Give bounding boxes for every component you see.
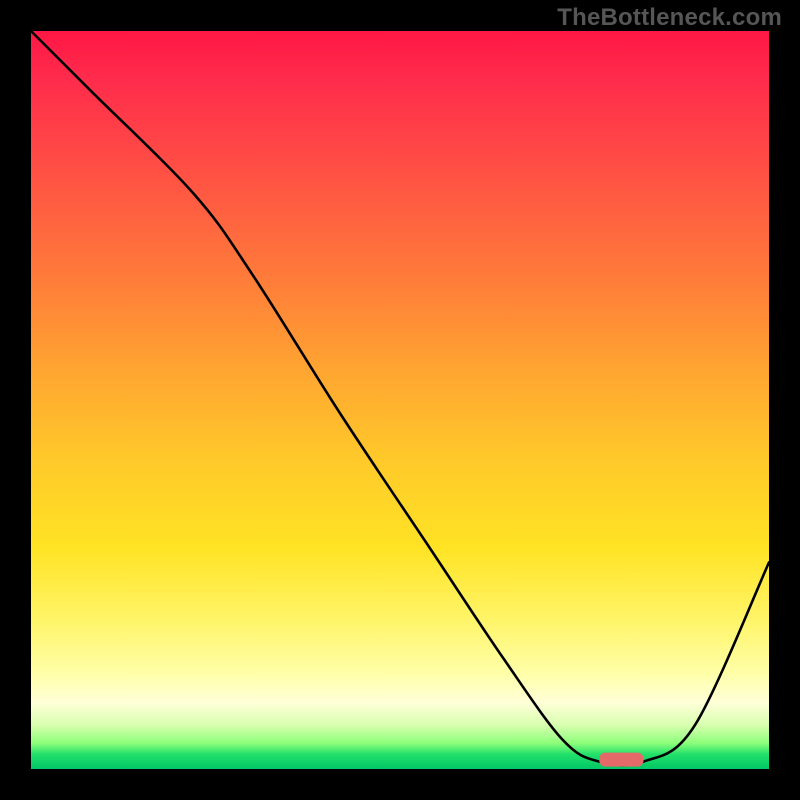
- bottleneck-curve: [31, 31, 769, 765]
- chart-frame: TheBottleneck.com: [0, 0, 800, 800]
- optimum-marker: [599, 753, 643, 767]
- watermark-text: TheBottleneck.com: [557, 4, 782, 32]
- plot-area: [31, 31, 769, 769]
- curve-svg: [31, 31, 769, 769]
